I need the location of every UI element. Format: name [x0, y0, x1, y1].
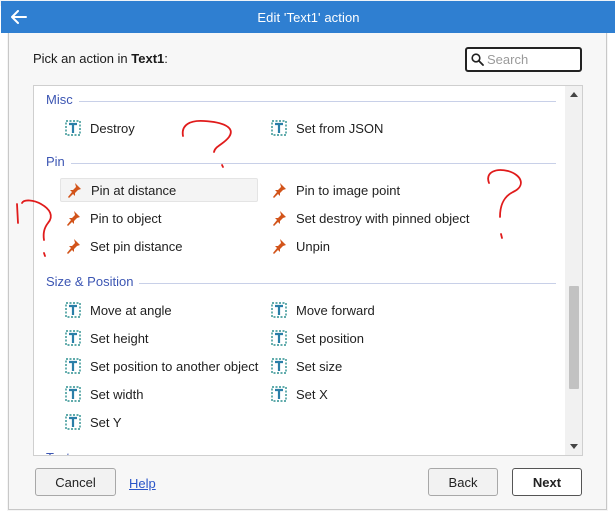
- action-item[interactable]: Unpin: [266, 234, 330, 258]
- pin-icon: [270, 237, 288, 255]
- text-object-icon: [270, 301, 288, 319]
- action-item[interactable]: Set position to another object: [60, 354, 258, 378]
- action-item[interactable]: Destroy: [60, 116, 135, 140]
- edit-action-dialog: Edit 'Text1' action Pick an action in Te…: [1, 1, 615, 510]
- pin-icon: [64, 237, 82, 255]
- group-header: Text: [46, 450, 556, 455]
- vertical-scrollbar[interactable]: [565, 86, 582, 455]
- prompt-text: Pick an action in Text1:: [33, 51, 168, 66]
- scroll-down-arrow-icon[interactable]: [565, 438, 582, 455]
- pin-icon: [65, 181, 83, 199]
- text-object-icon: [64, 413, 82, 431]
- text-object-icon: [270, 385, 288, 403]
- back-arrow-icon[interactable]: [9, 7, 29, 27]
- action-item[interactable]: Move forward: [266, 298, 375, 322]
- action-item[interactable]: Set destroy with pinned object: [266, 206, 469, 230]
- dialog-titlebar: Edit 'Text1' action: [1, 1, 615, 33]
- action-item[interactable]: Set size: [266, 354, 342, 378]
- action-item[interactable]: Set Y: [60, 410, 122, 434]
- scroll-thumb[interactable]: [569, 286, 579, 389]
- action-item[interactable]: Move at angle: [60, 298, 172, 322]
- text-object-icon: [64, 301, 82, 319]
- scroll-up-arrow-icon[interactable]: [565, 86, 582, 103]
- text-object-icon: [270, 357, 288, 375]
- dialog-title: Edit 'Text1' action: [257, 9, 360, 25]
- group-header: Pin: [46, 154, 556, 172]
- text-object-icon: [270, 329, 288, 347]
- action-list-panel: Misc Destroy Set from JSON Pin Pin at distan…: [33, 85, 583, 456]
- action-item[interactable]: Set position: [266, 326, 364, 350]
- object-name: Text1: [131, 51, 165, 66]
- help-link[interactable]: Help: [129, 476, 156, 491]
- group-header: Misc: [46, 92, 556, 110]
- pin-icon: [270, 181, 288, 199]
- action-item[interactable]: Set width: [60, 382, 143, 406]
- text-object-icon: [64, 119, 82, 137]
- next-button[interactable]: Next: [512, 468, 582, 496]
- text-object-icon: [270, 119, 288, 137]
- back-button[interactable]: Back: [428, 468, 498, 496]
- text-object-icon: [64, 357, 82, 375]
- action-item[interactable]: Set pin distance: [60, 234, 183, 258]
- action-item[interactable]: Set height: [60, 326, 149, 350]
- cancel-button[interactable]: Cancel: [35, 468, 116, 496]
- action-item[interactable]: Set from JSON: [266, 116, 383, 140]
- group-header: Size & Position: [46, 274, 556, 292]
- search-icon: [471, 53, 484, 66]
- action-item[interactable]: Set X: [266, 382, 328, 406]
- action-item[interactable]: Pin to object: [60, 206, 162, 230]
- action-item[interactable]: Pin to image point: [266, 178, 400, 202]
- search-input[interactable]: [487, 52, 577, 67]
- text-object-icon: [64, 329, 82, 347]
- search-box[interactable]: [465, 47, 582, 72]
- pin-icon: [270, 209, 288, 227]
- pin-icon: [64, 209, 82, 227]
- action-item[interactable]: Pin at distance: [60, 178, 258, 202]
- text-object-icon: [64, 385, 82, 403]
